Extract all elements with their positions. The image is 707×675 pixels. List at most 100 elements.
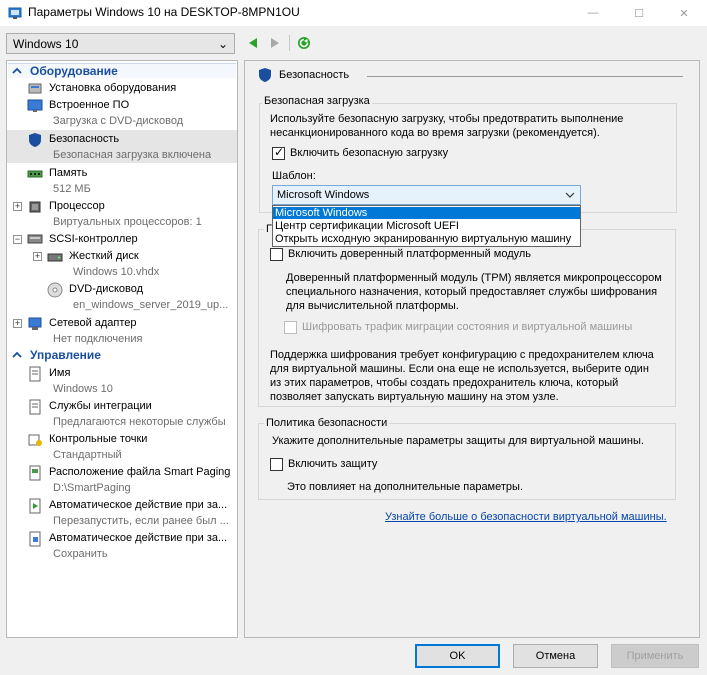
sidebar-item-automatic-start-action[interactable]: Автоматическое действие при за... Переза…	[7, 497, 237, 529]
sidebar-item-sub: Перезапустить, если ранее был ...	[53, 515, 229, 527]
maximize-button[interactable]: ☐	[616, 0, 662, 26]
sidebar-item-label: Службы интеграции	[49, 400, 152, 412]
sidebar-item-sub: Безопасная загрузка включена	[53, 149, 212, 161]
checkmark-icon: ✓	[274, 145, 285, 159]
sidebar-item-dvd-drive[interactable]: DVD-дисковод en_windows_server_2019_up..…	[7, 281, 237, 313]
minimize-button[interactable]: —	[570, 0, 616, 26]
sidebar-item-label: Автоматическое действие при за...	[49, 532, 228, 544]
protection-note: Это повлияет на дополнительные параметры…	[287, 481, 523, 493]
sidebar-item-smart-paging[interactable]: Расположение файла Smart Paging D:\Smart…	[7, 464, 237, 496]
sidebar-item-sub: Windows 10	[53, 383, 113, 395]
separator	[289, 35, 290, 51]
sidebar-item-add-hardware[interactable]: Установка оборудования	[7, 80, 237, 96]
processor-icon	[29, 201, 41, 213]
refresh-button[interactable]	[296, 35, 312, 51]
window-title: Параметры Windows 10 на DESKTOP-8MPN1OU	[28, 5, 300, 19]
close-button[interactable]: ✕	[661, 0, 707, 26]
sidebar-item-sub: Загрузка с DVD-дисковод	[53, 115, 184, 127]
sidebar-item-scsi-controller[interactable]: − SCSI-контроллер	[7, 231, 237, 247]
template-dropdown-list: Microsoft Windows Центр сертификации Mic…	[272, 205, 581, 247]
sidebar-item-sub: Сохранить	[53, 548, 108, 560]
smart-paging-icon	[29, 465, 41, 481]
secure-boot-checkbox[interactable]: ✓	[272, 145, 285, 160]
hardware-header-label: Оборудование	[30, 64, 118, 78]
memory-icon	[27, 170, 43, 178]
expand-icon[interactable]: +	[33, 252, 42, 261]
sidebar-item-label: Жесткий диск	[69, 250, 139, 262]
back-arrow-icon	[249, 38, 257, 48]
navigation-toolbar	[245, 33, 312, 53]
sidebar-item-memory[interactable]: Память 512 МБ	[7, 165, 237, 197]
sidebar-item-label: DVD-дисковод	[69, 283, 144, 295]
sidebar-item-label: Встроенное ПО	[49, 99, 130, 111]
name-document-icon	[29, 366, 41, 382]
sidebar-item-firmware[interactable]: Встроенное ПО Загрузка с DVD-дисковод	[7, 97, 237, 129]
dvd-icon	[47, 282, 63, 298]
learn-more-link[interactable]: Узнайте больше о безопасности виртуально…	[385, 511, 667, 523]
sidebar-item-network-adapter[interactable]: + Сетевой адаптер Нет подключения	[7, 315, 237, 347]
tpm-checkbox[interactable]	[270, 248, 283, 261]
sidebar-item-sub: D:\SmartPaging	[53, 482, 131, 494]
apply-button[interactable]: Применить	[611, 644, 699, 668]
sidebar-item-sub: en_windows_server_2019_up...	[73, 299, 229, 311]
sidebar-item-label: Память	[49, 167, 88, 179]
encryption-support-note: Поддержка шифрования требует конфигураци…	[270, 349, 654, 403]
sidebar-item-label: Безопасность	[49, 133, 120, 145]
migration-encryption-checkbox[interactable]	[284, 321, 297, 334]
forward-arrow-icon	[271, 38, 279, 48]
sidebar-item-automatic-stop-action[interactable]: Автоматическое действие при за... Сохран…	[7, 530, 237, 562]
sidebar-item-sub: Нет подключения	[53, 333, 143, 345]
sidebar-item-hard-drive[interactable]: + Жесткий диск Windows 10.vhdx	[7, 248, 237, 280]
tpm-description: Доверенный платформенный модуль (TPM) яв…	[286, 272, 662, 312]
hardware-section-header[interactable]: Оборудование	[8, 63, 236, 78]
sidebar-item-security[interactable]: Безопасность Безопасная загрузка включен…	[7, 130, 237, 163]
security-policy-description: Укажите дополнительные параметры защиты …	[272, 435, 644, 447]
secure-boot-description: Используйте безопасную загрузку, чтобы п…	[270, 113, 624, 139]
sidebar-item-name[interactable]: Имя Windows 10	[7, 365, 237, 397]
vm-selector[interactable]: Windows 10 ⌄	[6, 33, 235, 54]
sidebar-item-label: Автоматическое действие при за...	[49, 499, 228, 511]
checkpoints-icon	[28, 434, 42, 446]
expand-icon[interactable]: +	[13, 319, 22, 328]
vm-selector-value: Windows 10	[13, 37, 79, 51]
sidebar-item-sub: Предлагаются некоторые службы	[53, 416, 226, 428]
template-option[interactable]: Центр сертификации Microsoft UEFI	[273, 220, 580, 232]
back-button[interactable]	[245, 35, 261, 51]
expand-icon[interactable]: +	[13, 202, 22, 211]
template-option[interactable]: Microsoft Windows	[273, 207, 580, 219]
collapse-chevron-icon	[12, 67, 22, 74]
enable-protection-label: Включить защиту	[288, 458, 378, 470]
secure-boot-checkbox-label: Включить безопасную загрузку	[290, 147, 449, 159]
management-header-label: Управление	[30, 348, 101, 362]
forward-button[interactable]	[267, 35, 283, 51]
network-adapter-icon	[28, 317, 42, 330]
chevron-down-icon	[565, 192, 575, 198]
sidebar-item-sub: 512 МБ	[53, 183, 91, 195]
secure-boot-group-title: Безопасная загрузка	[262, 95, 372, 107]
chevron-down-icon: ⌄	[217, 37, 228, 51]
shield-icon	[29, 133, 41, 147]
sidebar-item-processor[interactable]: + Процессор Виртуальных процессоров: 1	[7, 198, 237, 230]
sidebar-item-sub: Виртуальных процессоров: 1	[53, 216, 202, 228]
enable-protection-checkbox[interactable]	[270, 458, 283, 471]
sidebar-item-sub: Стандартный	[53, 449, 122, 461]
sidebar-item-checkpoints[interactable]: Контрольные точки Стандартный	[7, 431, 237, 463]
collapse-icon[interactable]: −	[13, 235, 22, 244]
sidebar-item-integration-services[interactable]: Службы интеграции Предлагаются некоторые…	[7, 398, 237, 430]
management-section-header[interactable]: Управление	[8, 348, 236, 363]
scsi-controller-icon	[27, 234, 43, 244]
sidebar-item-label: Процессор	[49, 200, 105, 212]
shield-icon	[259, 68, 271, 82]
sidebar-item-label: Установка оборудования	[49, 82, 177, 94]
sidebar-item-label: Расположение файла Smart Paging	[49, 466, 231, 478]
template-select[interactable]: Microsoft Windows	[272, 185, 581, 205]
template-option[interactable]: Открыть исходную экранированную виртуаль…	[273, 233, 580, 245]
refresh-icon	[298, 37, 310, 49]
header-divider	[367, 76, 683, 77]
sidebar-item-label: Контрольные точки	[49, 433, 148, 445]
security-policy-group-title: Политика безопасности	[264, 417, 390, 429]
cancel-button[interactable]: Отмена	[513, 644, 598, 668]
integration-services-icon	[29, 399, 41, 415]
ok-button[interactable]: OK	[415, 644, 500, 668]
collapse-chevron-icon	[12, 351, 22, 358]
